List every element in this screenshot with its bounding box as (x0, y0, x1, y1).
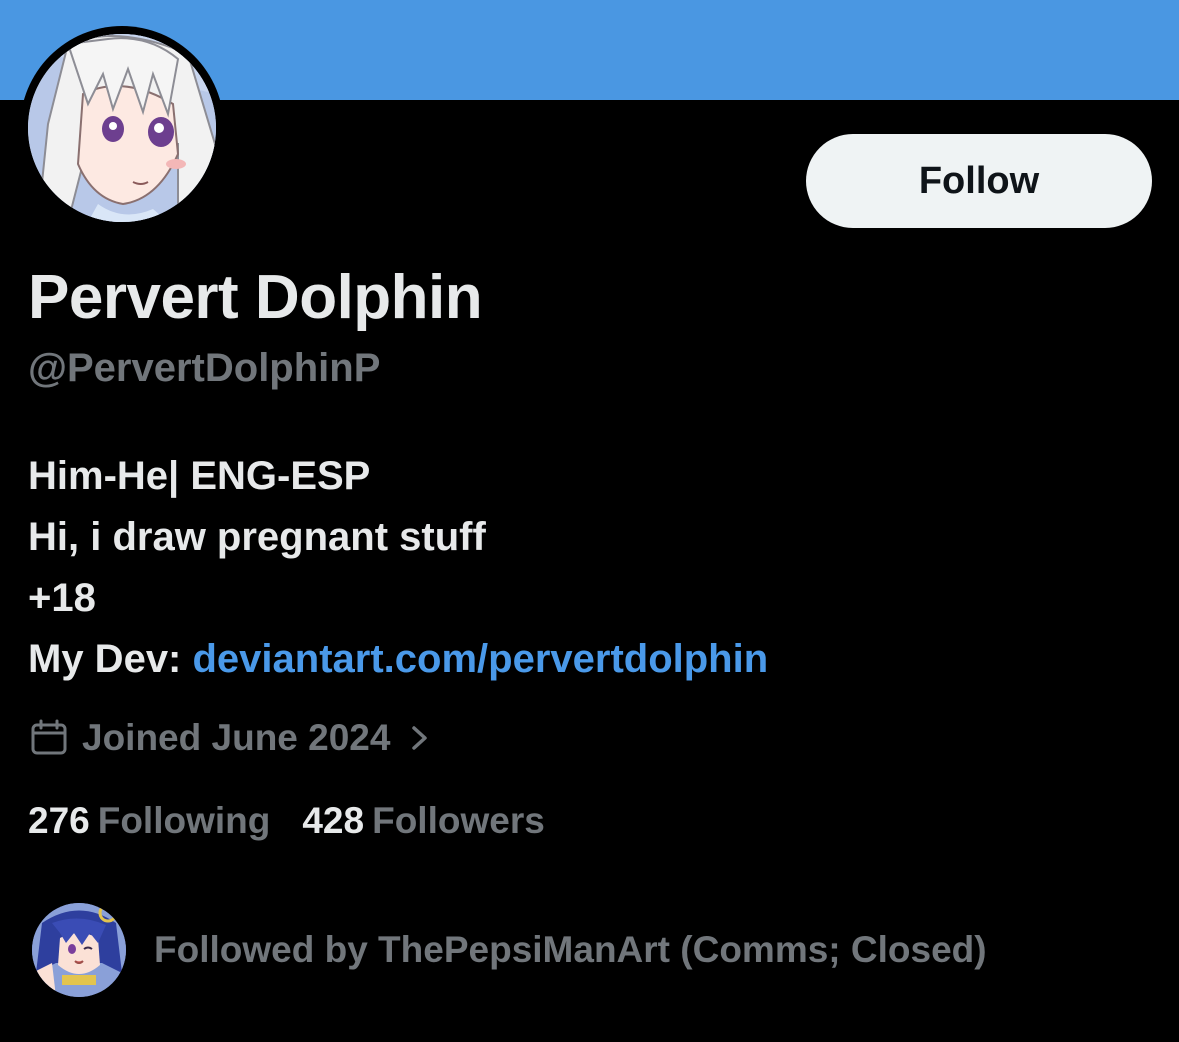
bio-line-links: My Dev: deviantart.com/pervertdolphin (28, 629, 768, 690)
follower-avatar-illustration (32, 903, 126, 997)
avatar-illustration (28, 34, 216, 222)
followers-label: Followers (372, 800, 545, 841)
follow-button[interactable]: Follow (806, 134, 1152, 228)
followers-count: 428 (302, 800, 365, 841)
chevron-right-icon (412, 726, 428, 750)
following-label: Following (97, 800, 271, 841)
bio-link-prefix: My Dev: (28, 637, 193, 681)
deviantart-link[interactable]: deviantart.com/pervertdolphin (193, 637, 769, 681)
bio-line: +18 (28, 576, 96, 620)
followed-by-row[interactable]: Followed by ThePepsiManArt (Comms; Close… (32, 903, 987, 997)
follower-avatar (32, 903, 126, 997)
bio-line: Him-He| ENG-ESP (28, 454, 371, 498)
following-count: 276 (28, 800, 90, 841)
follow-stats: 276 Following 428 Followers (28, 800, 577, 842)
profile-avatar[interactable] (28, 34, 216, 222)
following-stat[interactable]: 276 Following (28, 800, 270, 842)
followers-stat[interactable]: 428 Followers (302, 800, 544, 842)
profile-bio: Him-He| ENG-ESP Hi, i draw pregnant stuf… (28, 446, 768, 690)
display-name: Pervert Dolphin (28, 263, 483, 332)
calendar-icon (31, 719, 67, 755)
user-handle: @PervertDolphinP (28, 346, 381, 390)
joined-date[interactable]: Joined June 2024 (30, 714, 432, 762)
bio-line: Hi, i draw pregnant stuff (28, 515, 486, 559)
followed-by-text: Followed by ThePepsiManArt (Comms; Close… (154, 929, 987, 970)
joined-text: Joined June 2024 (82, 717, 391, 758)
profile-page: Follow Pervert Dolphin @PervertDolphinP … (0, 0, 1179, 1042)
